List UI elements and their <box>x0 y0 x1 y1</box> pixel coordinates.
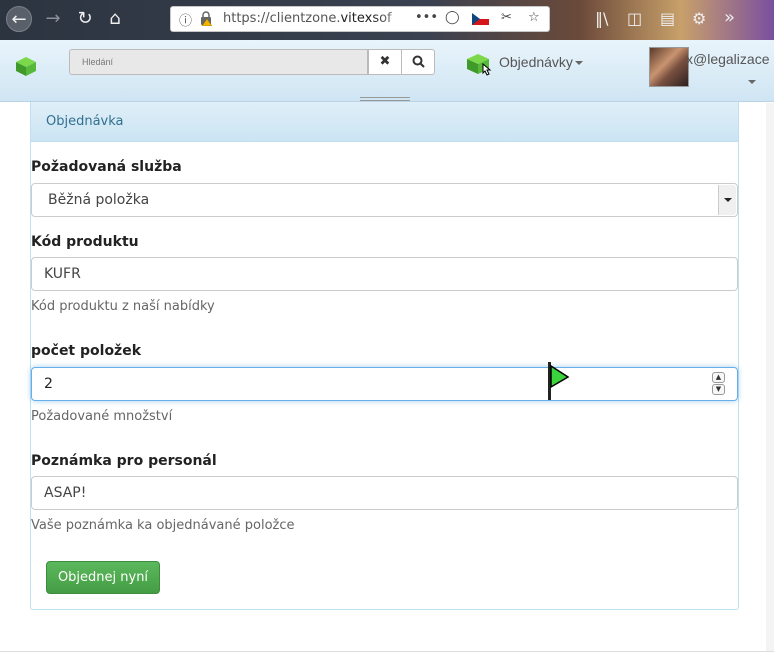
overflow-chevron-icon[interactable]: » <box>724 7 735 28</box>
more-icon[interactable]: ••• <box>415 10 438 25</box>
service-select[interactable]: Běžná položka <box>31 183 738 217</box>
chevron-down-icon <box>574 61 583 66</box>
brand-logo-icon[interactable] <box>13 52 39 78</box>
note-label: Poznámka pro personál <box>31 453 217 469</box>
product-code-help: Kód produktu z naší nabídky <box>31 299 215 314</box>
back-arrow-icon[interactable]: ← <box>6 6 32 32</box>
product-code-label: Kód produktu <box>31 234 139 250</box>
lock-warning-icon[interactable] <box>199 10 213 26</box>
increment-icon[interactable]: ▲ <box>712 372 725 383</box>
service-selected-value: Běžná položka <box>48 192 150 208</box>
order-now-button[interactable]: Objednej nyní <box>46 561 160 594</box>
user-menu-chevron-icon[interactable] <box>748 80 756 84</box>
sidebar-icon[interactable]: ◫ <box>627 9 642 28</box>
url-prefix: https://clientzone. <box>223 11 341 26</box>
info-icon[interactable]: ⓘ <box>179 10 192 29</box>
notes-icon[interactable]: ▤ <box>660 9 675 28</box>
orders-box-icon <box>467 54 492 76</box>
clear-search-button[interactable]: ✖ <box>368 49 402 75</box>
home-icon[interactable]: ⌂ <box>102 6 128 32</box>
forward-arrow-icon[interactable]: → <box>40 6 66 32</box>
quantity-stepper[interactable]: 2 ▲ ▼ <box>31 367 738 401</box>
library-icon[interactable]: ‖\ <box>595 9 608 28</box>
page-scrollbar[interactable] <box>766 103 774 651</box>
reload-icon[interactable]: ↻ <box>72 6 98 32</box>
quantity-help: Požadované množství <box>31 409 173 424</box>
browser-toolbar: ← → ↻ ⌂ ⓘ https://clientzone.vitexsof ••… <box>0 0 774 40</box>
search-button[interactable] <box>401 49 435 75</box>
url-bar[interactable]: ⓘ https://clientzone.vitexsof ••• ◯ ✂ ☆ <box>170 6 550 32</box>
avatar[interactable] <box>649 47 689 87</box>
screenshot-icon[interactable]: ✂ <box>501 10 512 25</box>
bookmark-star-icon[interactable]: ☆ <box>528 10 540 25</box>
product-code-input[interactable]: KUFR <box>31 257 738 291</box>
username[interactable]: x@legalizace <box>686 51 769 67</box>
quantity-value: 2 <box>44 376 53 392</box>
mouse-cursor-icon <box>548 362 570 400</box>
resize-grip-icon[interactable] <box>360 97 410 101</box>
quantity-label: počet položek <box>31 343 142 359</box>
panel-title: Objednávka <box>31 102 738 142</box>
stepper-controls: ▲ ▼ <box>712 372 725 397</box>
search-input[interactable]: Hledání <box>69 49 368 75</box>
orders-label: Objednávky <box>499 54 573 70</box>
divider <box>0 651 774 652</box>
note-input[interactable]: ASAP! <box>31 476 738 510</box>
pocket-icon[interactable]: ◯ <box>445 10 460 25</box>
select-arrow-icon[interactable] <box>718 185 736 215</box>
czech-flag-icon[interactable] <box>472 13 489 25</box>
decrement-icon[interactable]: ▼ <box>712 384 725 395</box>
gear-icon[interactable]: ⚙ <box>692 9 706 28</box>
site-navbar: Hledání ✖ Objednávky x@legalizace <box>0 40 774 102</box>
service-label: Požadovaná služba <box>31 159 182 175</box>
note-help: Vaše poznámka ka objednávané položce <box>31 518 295 533</box>
search-icon <box>412 55 425 68</box>
